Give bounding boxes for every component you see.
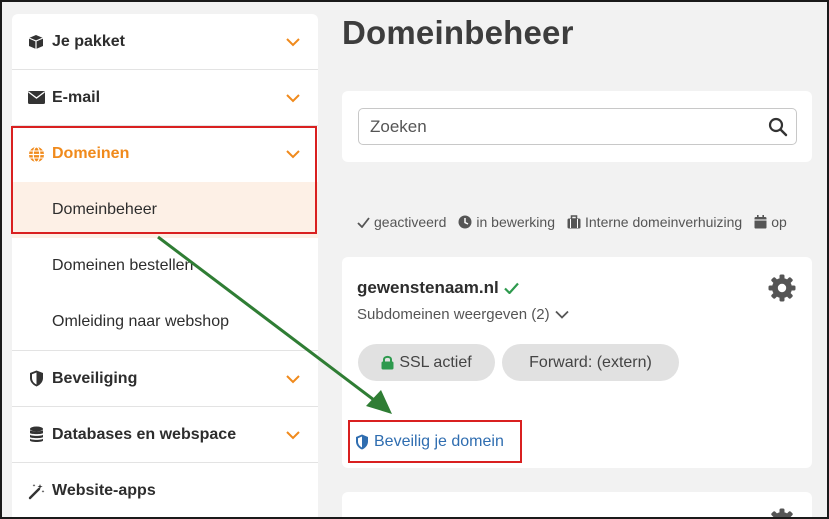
legend-item: Interne domeinverhuizing bbox=[567, 214, 742, 230]
chevron-down-icon bbox=[554, 310, 569, 319]
sidebar-item-website-apps[interactable]: Website-apps bbox=[12, 463, 318, 519]
sidebar-item-label: E-mail bbox=[52, 88, 101, 106]
secure-link-label: Beveilig je domein bbox=[374, 433, 504, 450]
sidebar-item-databases-en-webspace[interactable]: Databases en webspace bbox=[12, 407, 318, 463]
gear-icon[interactable] bbox=[767, 273, 797, 303]
ssl-status-badge[interactable]: SSL actief bbox=[358, 344, 495, 381]
clock-icon bbox=[458, 215, 472, 229]
sidebar-item-beveiliging[interactable]: Beveiliging bbox=[12, 351, 318, 407]
check-icon bbox=[357, 216, 370, 228]
search-input[interactable] bbox=[359, 109, 768, 144]
subdomains-label: Subdomeinen weergeven (2) bbox=[357, 306, 550, 323]
chevron-down-icon bbox=[285, 427, 301, 443]
status-legend: geactiveerd in bewerking Interne domeinv… bbox=[357, 212, 829, 232]
sidebar-subitem-domeinbeheer[interactable]: Domeinbeheer bbox=[12, 182, 318, 238]
legend-label: Interne domeinverhuizing bbox=[585, 214, 743, 230]
sidebar-subitem-omleiding-naar-webshop[interactable]: Omleiding naar webshop bbox=[12, 294, 318, 350]
search-card bbox=[342, 91, 812, 162]
sidebar: Je pakket E-mail Domeinen Domeinbeheer D… bbox=[12, 14, 318, 519]
legend-label: in bewerking bbox=[476, 214, 555, 230]
sidebar-item-je-pakket[interactable]: Je pakket bbox=[12, 14, 318, 70]
legend-label: geactiveerd bbox=[374, 214, 447, 230]
legend-label: op bbox=[771, 214, 787, 230]
shield-icon bbox=[27, 370, 45, 388]
domain-name-text: gewenstenaam.nl bbox=[357, 278, 499, 297]
magic-wand-icon bbox=[27, 482, 45, 500]
sidebar-item-label: Beveiliging bbox=[52, 369, 138, 387]
calendar-icon bbox=[754, 215, 767, 229]
subdomains-toggle[interactable]: Subdomeinen weergeven (2) bbox=[357, 306, 569, 323]
check-icon bbox=[503, 282, 519, 294]
envelope-icon bbox=[27, 89, 45, 107]
chevron-down-icon bbox=[285, 34, 301, 50]
page-title: Domeinbeheer bbox=[342, 14, 574, 51]
package-icon bbox=[27, 33, 45, 51]
secure-domain-link[interactable]: Beveilig je domein bbox=[355, 433, 504, 451]
globe-icon bbox=[27, 145, 45, 163]
sidebar-item-label: Databases en webspace bbox=[52, 425, 237, 443]
lock-icon bbox=[381, 355, 394, 370]
legend-item: geactiveerd bbox=[357, 214, 446, 230]
legend-item: in bewerking bbox=[458, 214, 555, 230]
shield-icon bbox=[356, 434, 368, 450]
sidebar-item-label: Domeinen bbox=[52, 145, 130, 162]
chevron-down-icon bbox=[285, 371, 301, 387]
domain-name[interactable]: gewenstenaam.nl bbox=[357, 278, 519, 298]
sidebar-subitem-domeinen-bestellen[interactable]: Domeinen bestellen bbox=[12, 238, 318, 294]
chevron-down-icon bbox=[285, 90, 301, 106]
domain-card bbox=[342, 492, 812, 519]
sidebar-item-domeinen[interactable]: Domeinen bbox=[12, 126, 318, 182]
sidebar-item-label: Je pakket bbox=[52, 32, 125, 50]
database-icon bbox=[27, 426, 45, 444]
domain-card: gewenstenaam.nl Subdomeinen weergeven (2… bbox=[342, 257, 812, 468]
search-box bbox=[358, 108, 797, 145]
forward-label: Forward: (extern) bbox=[529, 353, 652, 371]
ssl-label: SSL actief bbox=[399, 353, 472, 371]
legend-item: op bbox=[754, 214, 787, 230]
sidebar-item-e-mail[interactable]: E-mail bbox=[12, 70, 318, 126]
suitcase-icon bbox=[567, 215, 581, 229]
forward-badge[interactable]: Forward: (extern) bbox=[502, 344, 679, 381]
chevron-down-icon bbox=[285, 146, 301, 162]
sidebar-item-label: Website-apps bbox=[52, 482, 156, 499]
domeinen-submenu: Domeinbeheer Domeinen bestellen Omleidin… bbox=[12, 182, 318, 351]
search-icon[interactable] bbox=[768, 117, 788, 137]
gear-icon[interactable] bbox=[767, 507, 797, 519]
